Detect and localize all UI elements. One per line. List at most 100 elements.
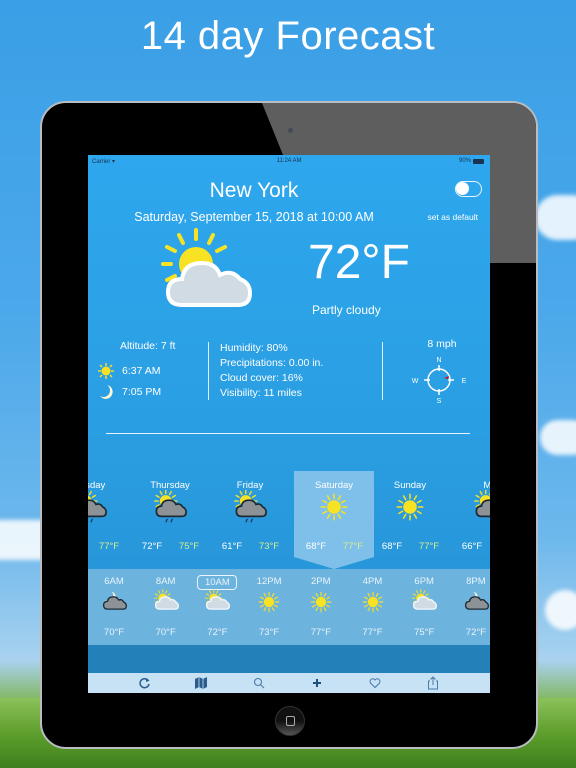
visibility: Visibility: 11 miles [220,387,302,399]
hour-12pm[interactable]: 12PM 73°F [243,569,295,645]
divider [382,342,383,400]
day-low-temp: 61°F [221,541,243,552]
hour-label: 8AM [155,576,176,587]
camera-icon [288,128,293,133]
set-default-toggle[interactable] [455,181,482,197]
hour-label: 6PM [414,576,434,587]
map-button[interactable] [194,676,208,690]
promo-headline: 14 day Forecast [140,14,436,58]
map-icon [195,677,207,689]
home-button[interactable] [275,706,305,736]
compass-n: N [436,357,441,364]
hour-temp: 70°F [155,627,176,638]
altitude: Altitude: 7 ft [120,340,176,352]
hour-6pm[interactable]: 6PM 75°F [398,569,450,645]
day-wednesday[interactable]: nesday 77°F [88,471,130,557]
partly-cloudy-day-icon [204,589,231,615]
night-cloudy-icon [463,589,489,615]
hour-temp: 77°F [310,627,331,638]
hour-temp: 73°F [259,627,280,638]
hour-8pm[interactable]: 8PM 72°F [450,569,490,645]
hour-label: 8PM [466,576,486,587]
section-divider [106,433,470,434]
hour-temp: 70°F [103,627,125,638]
sunrise-time: 6:37 AM [122,365,161,377]
night-cloudy-icon [101,589,128,615]
battery-indicator: 90% [459,158,484,164]
details-panel: Altitude: 7 ft 6:37 AM 7:05 PM Humidity:… [88,338,490,408]
current-condition: Partly cloudy [312,303,381,317]
status-time: 11:24 AM [276,158,302,164]
day-monday[interactable]: Mo 66°F [450,471,490,557]
add-location-button[interactable] [310,676,324,690]
hour-4pm[interactable]: 4PM 77°F [347,569,399,645]
day-high-temp: 75°F [178,541,200,552]
current-temperature: 72°F [308,236,410,289]
hour-temp: 77°F [362,627,383,638]
sunrise-icon [98,363,114,379]
daily-forecast-strip[interactable]: nesday 77°F Thursday 72°F 75°F Friday 61… [88,471,490,567]
sunny-icon [393,490,427,524]
rain-partly-cloudy-icon [88,490,108,524]
day-high-temp: 77°F [342,541,364,552]
hour-temp: 72°F [465,627,486,638]
forecast-datetime: Saturday, September 15, 2018 at 10:00 AM [134,210,374,224]
search-icon [253,677,265,689]
search-button[interactable] [252,676,266,690]
wind-speed: 8 mph [427,338,457,350]
status-bar: Carrier ▾ 11:24 AM 90% [88,158,490,170]
day-sunday[interactable]: Sunday 68°F 77°F [370,471,450,557]
background-cloud [540,420,576,455]
compass-s: S [437,398,442,404]
partly-cloudy-day-icon [411,589,438,615]
day-saturday[interactable]: Saturday 68°F 77°F [294,471,374,557]
background-cloud [535,195,576,240]
partly-cloudy-dark-icon [473,489,490,524]
hour-label: 2PM [311,576,331,587]
rain-partly-cloudy-icon [153,489,188,524]
tablet-frame: Carrier ▾ 11:24 AM 90% New York Saturday… [40,101,538,749]
bottom-band [88,645,490,673]
day-friday[interactable]: Friday 61°F 73°F [210,471,290,557]
sunny-icon [308,589,334,615]
set-default-label: set as default [427,212,478,222]
rain-partly-cloudy-icon [233,489,268,524]
hour-6am[interactable]: 6AM 70°F [88,569,140,645]
add-icon [313,679,321,687]
wind-compass-icon: N S W E [412,357,467,404]
day-high-temp: 77°F [418,541,440,552]
sunny-icon [256,589,282,615]
cloud-cover: Cloud cover: 16% [220,372,303,384]
background-cloud [545,590,576,630]
bottom-toolbar [88,673,490,693]
day-high-temp: 73°F [258,541,280,552]
hour-label: 6AM [104,576,124,587]
sunset-row: 7:05 PM [98,384,161,400]
favorite-button[interactable] [368,676,382,690]
share-button[interactable] [426,676,440,690]
hourly-forecast-strip[interactable]: 6AM 70°F 8AM 70°F 10AM 72°F 12PM 73°F 2P… [88,569,490,645]
precipitation: Precipitations: 0.00 in. [220,357,324,369]
day-thursday[interactable]: Thursday 72°F 75°F [130,471,210,557]
sunrise-row: 6:37 AM [98,363,161,379]
sunny-icon [360,589,386,615]
compass-e: E [462,378,467,385]
selected-day-pointer [294,557,374,569]
partly-cloudy-day-icon [161,228,253,307]
day-low-temp: 66°F [461,541,483,552]
toggle-knob [456,182,469,195]
hour-8am[interactable]: 8AM 70°F [140,569,192,645]
hour-temp: 72°F [207,627,228,638]
divider [208,342,209,400]
sunset-time: 7:05 PM [122,386,162,398]
weather-metrics: Humidity: 80% Precipitations: 0.00 in. C… [220,341,323,401]
home-square-icon [286,716,295,726]
humidity: Humidity: 80% [220,342,288,354]
hour-2pm[interactable]: 2PM 77°F [295,569,347,645]
refresh-button[interactable] [138,676,152,690]
day-low-temp: 68°F [381,541,403,552]
hour-10am[interactable]: 10AM 72°F [191,569,243,645]
city-name: New York [209,179,299,202]
sunny-icon [317,490,351,524]
hour-label: 4PM [362,576,383,587]
